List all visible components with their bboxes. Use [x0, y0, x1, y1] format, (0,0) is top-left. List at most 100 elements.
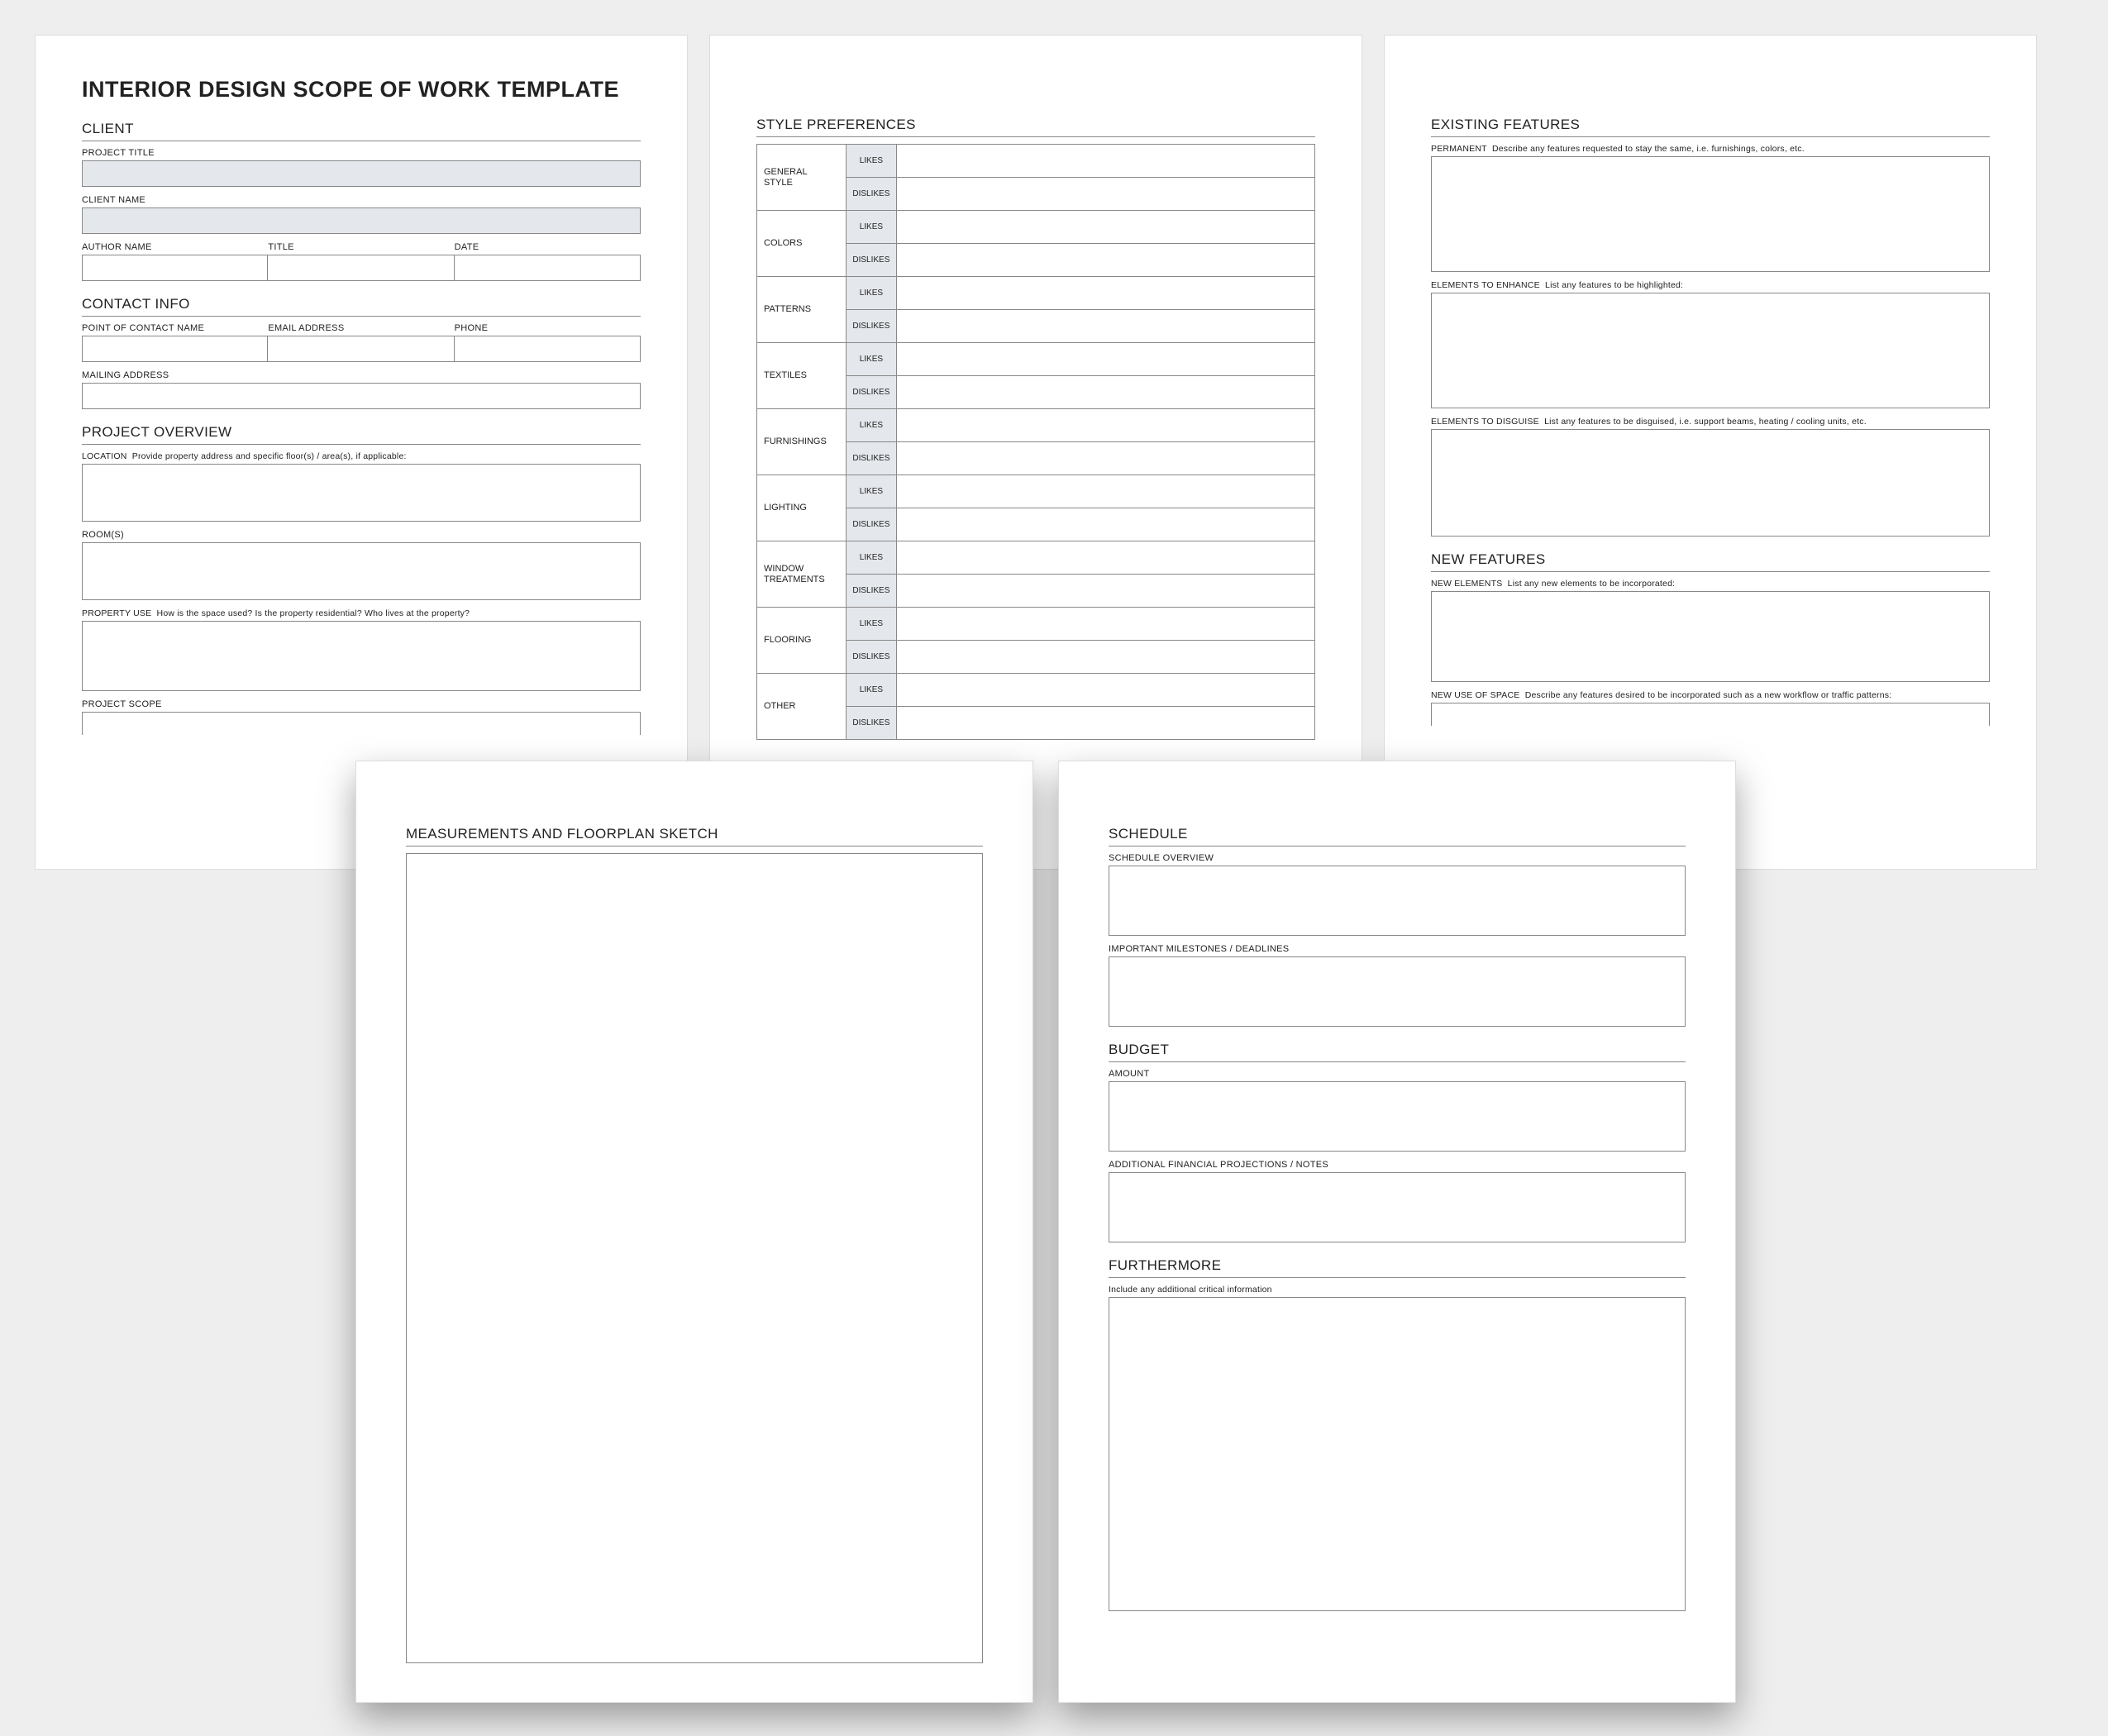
- pref-dislikes-input[interactable]: [896, 442, 1314, 475]
- label-email: EMAIL ADDRESS: [268, 323, 454, 333]
- input-new-use-of-space[interactable]: [1431, 703, 1990, 726]
- input-schedule-overview[interactable]: [1109, 866, 1686, 936]
- pref-category: GENERALSTYLE: [757, 145, 847, 211]
- pref-likes-label: LIKES: [847, 541, 897, 575]
- pref-likes-label: LIKES: [847, 608, 897, 641]
- pref-likes-input[interactable]: [896, 145, 1314, 178]
- section-existing: EXISTING FEATURES: [1431, 117, 1990, 137]
- pref-dislikes-input[interactable]: [896, 575, 1314, 608]
- input-amount[interactable]: [1109, 1081, 1686, 1152]
- input-new-elements[interactable]: [1431, 591, 1990, 682]
- pref-category: WINDOWTREATMENTS: [757, 541, 847, 608]
- label-project-title: PROJECT TITLE: [82, 148, 641, 158]
- pref-dislikes-input[interactable]: [896, 508, 1314, 541]
- input-rooms[interactable]: [82, 542, 641, 600]
- pref-dislikes-input[interactable]: [896, 707, 1314, 740]
- label-rooms: ROOM(S): [82, 530, 641, 540]
- input-date[interactable]: [455, 255, 641, 281]
- input-poc[interactable]: [82, 336, 268, 362]
- label-poc: POINT OF CONTACT NAME: [82, 323, 268, 333]
- input-location[interactable]: [82, 464, 641, 522]
- input-furthermore[interactable]: [1109, 1297, 1686, 1611]
- label-financial-notes: ADDITIONAL FINANCIAL PROJECTIONS / NOTES: [1109, 1160, 1686, 1170]
- label-furthermore-desc: Include any additional critical informat…: [1109, 1285, 1686, 1295]
- input-client-name[interactable]: [82, 207, 641, 234]
- label-new-use-of-space: NEW USE OF SPACE Describe any features d…: [1431, 690, 1990, 700]
- label-date: DATE: [455, 242, 641, 252]
- section-furthermore: FURTHERMORE: [1109, 1257, 1686, 1278]
- label-property-use: PROPERTY USE How is the space used? Is t…: [82, 608, 641, 618]
- label-permanent: PERMANENT Describe any features requeste…: [1431, 144, 1990, 154]
- label-amount: AMOUNT: [1109, 1069, 1686, 1079]
- pref-dislikes-input[interactable]: [896, 310, 1314, 343]
- pref-category: COLORS: [757, 211, 847, 277]
- pref-likes-input[interactable]: [896, 409, 1314, 442]
- label-enhance: ELEMENTS TO ENHANCE List any features to…: [1431, 280, 1990, 290]
- pref-likes-label: LIKES: [847, 145, 897, 178]
- page-2: STYLE PREFERENCES GENERALSTYLELIKESDISLI…: [709, 35, 1362, 870]
- label-project-scope: PROJECT SCOPE: [82, 699, 641, 709]
- pref-likes-input[interactable]: [896, 277, 1314, 310]
- pref-dislikes-label: DISLIKES: [847, 508, 897, 541]
- section-measurements: MEASUREMENTS AND FLOORPLAN SKETCH: [406, 826, 983, 847]
- pref-likes-label: LIKES: [847, 475, 897, 508]
- label-new-elements: NEW ELEMENTS List any new elements to be…: [1431, 579, 1990, 589]
- pref-dislikes-input[interactable]: [896, 376, 1314, 409]
- label-schedule-overview: SCHEDULE OVERVIEW: [1109, 853, 1686, 863]
- pref-likes-input[interactable]: [896, 343, 1314, 376]
- pref-dislikes-label: DISLIKES: [847, 575, 897, 608]
- document-title: INTERIOR DESIGN SCOPE OF WORK TEMPLATE: [82, 77, 641, 103]
- pref-dislikes-label: DISLIKES: [847, 310, 897, 343]
- pref-dislikes-input[interactable]: [896, 641, 1314, 674]
- pref-likes-label: LIKES: [847, 211, 897, 244]
- input-project-title[interactable]: [82, 160, 641, 187]
- pref-category: TEXTILES: [757, 343, 847, 409]
- pref-likes-input[interactable]: [896, 475, 1314, 508]
- pref-dislikes-label: DISLIKES: [847, 707, 897, 740]
- label-mailing-address: MAILING ADDRESS: [82, 370, 641, 380]
- pref-likes-label: LIKES: [847, 277, 897, 310]
- input-phone[interactable]: [455, 336, 641, 362]
- input-disguise[interactable]: [1431, 429, 1990, 537]
- pref-likes-input[interactable]: [896, 211, 1314, 244]
- input-milestones[interactable]: [1109, 956, 1686, 1027]
- pref-likes-label: LIKES: [847, 343, 897, 376]
- pref-dislikes-input[interactable]: [896, 244, 1314, 277]
- pref-dislikes-input[interactable]: [896, 178, 1314, 211]
- section-style-prefs: STYLE PREFERENCES: [756, 117, 1315, 137]
- pref-likes-input[interactable]: [896, 608, 1314, 641]
- input-enhance[interactable]: [1431, 293, 1990, 408]
- label-location: LOCATION Provide property address and sp…: [82, 451, 641, 461]
- pref-likes-input[interactable]: [896, 674, 1314, 707]
- floorplan-sketch-area[interactable]: [406, 853, 983, 1663]
- label-disguise: ELEMENTS TO DISGUISE List any features t…: [1431, 417, 1990, 427]
- section-client: CLIENT: [82, 121, 641, 141]
- input-email[interactable]: [268, 336, 454, 362]
- section-schedule: SCHEDULE: [1109, 826, 1686, 847]
- label-phone: PHONE: [455, 323, 641, 333]
- pref-dislikes-label: DISLIKES: [847, 376, 897, 409]
- label-author-name: AUTHOR NAME: [82, 242, 268, 252]
- section-contact: CONTACT INFO: [82, 296, 641, 317]
- input-property-use[interactable]: [82, 621, 641, 691]
- page-3: EXISTING FEATURES PERMANENT Describe any…: [1384, 35, 2037, 870]
- pref-category: PATTERNS: [757, 277, 847, 343]
- pref-dislikes-label: DISLIKES: [847, 178, 897, 211]
- label-title: TITLE: [268, 242, 454, 252]
- input-project-scope[interactable]: [82, 712, 641, 735]
- input-permanent[interactable]: [1431, 156, 1990, 272]
- input-title[interactable]: [268, 255, 454, 281]
- input-author-name[interactable]: [82, 255, 268, 281]
- label-milestones: IMPORTANT MILESTONES / DEADLINES: [1109, 944, 1686, 954]
- input-mailing-address[interactable]: [82, 383, 641, 409]
- pref-likes-label: LIKES: [847, 409, 897, 442]
- pref-category: FURNISHINGS: [757, 409, 847, 475]
- input-financial-notes[interactable]: [1109, 1172, 1686, 1242]
- page-1: INTERIOR DESIGN SCOPE OF WORK TEMPLATE C…: [35, 35, 688, 870]
- label-client-name: CLIENT NAME: [82, 195, 641, 205]
- pref-dislikes-label: DISLIKES: [847, 641, 897, 674]
- section-overview: PROJECT OVERVIEW: [82, 424, 641, 445]
- pref-likes-input[interactable]: [896, 541, 1314, 575]
- pref-category: LIGHTING: [757, 475, 847, 541]
- page-5: SCHEDULE SCHEDULE OVERVIEW IMPORTANT MIL…: [1058, 761, 1736, 1703]
